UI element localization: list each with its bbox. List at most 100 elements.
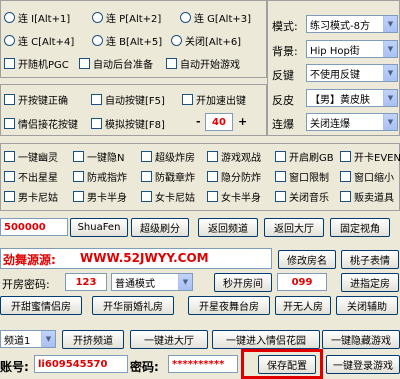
fixed-view-button[interactable]: 固定视角: [330, 218, 390, 237]
checkbox-icon: [4, 93, 15, 105]
super-score-button[interactable]: 超级刷分: [131, 218, 189, 237]
checkbox-icon: [79, 57, 90, 69]
female-half-checkbox[interactable]: 女卡半身: [207, 189, 261, 204]
no-stars-checkbox[interactable]: 不出星星: [4, 169, 58, 184]
checkbox-icon: [4, 170, 15, 182]
couple-key-checkbox[interactable]: 情侣接花按键: [4, 116, 78, 131]
checkbox-icon: [4, 117, 15, 129]
event-card-checkbox[interactable]: 开卡EVENT: [340, 149, 400, 164]
checkbox-icon: [182, 93, 193, 105]
enter-lobby-button[interactable]: 一键进大厅: [130, 330, 208, 349]
password-input[interactable]: **********: [168, 355, 238, 373]
account-input[interactable]: li609545570: [34, 355, 128, 373]
room-number-input[interactable]: 099: [277, 273, 327, 291]
hotkey-radio-6[interactable]: 关闭[Alt+6]: [171, 33, 241, 48]
chevron-down-icon: ▼: [383, 16, 397, 32]
password-label: 密码:: [130, 360, 159, 374]
account-label: 账号:: [0, 360, 29, 374]
anti-hidden-checkbox[interactable]: 隐分防炸: [207, 169, 261, 184]
hide-n-checkbox[interactable]: 一键隐N: [73, 149, 124, 164]
reverse-key-select[interactable]: 不使用反键 ▼: [306, 64, 398, 82]
speedup-checkbox[interactable]: 开加速出键: [182, 92, 246, 107]
close-helper-button[interactable]: 关闭辅助: [336, 296, 398, 315]
peach-emote-button[interactable]: 桃子表情: [341, 250, 399, 269]
hide-game-button[interactable]: 一键隐藏游戏: [322, 330, 400, 349]
shuafen-button[interactable]: ShuaFen: [70, 218, 128, 237]
checkbox-icon: [207, 170, 218, 182]
hotkey-radio-5[interactable]: 连 B[Alt+5]: [92, 33, 162, 48]
anti-ring-checkbox[interactable]: 防戒指炸: [73, 169, 127, 184]
checkbox-icon: [91, 93, 102, 105]
couple-garden-button[interactable]: 一键进入情侣花园: [212, 330, 320, 349]
checkbox-icon: [141, 170, 152, 182]
chevron-down-icon: ▼: [178, 274, 192, 290]
key-correct-checkbox[interactable]: 开按键正确: [4, 92, 68, 107]
checkbox-icon: [73, 150, 84, 162]
hotkey-radio-4[interactable]: 连 C[Alt+4]: [4, 33, 74, 48]
sell-items-checkbox[interactable]: 贩卖道具: [340, 189, 394, 204]
channel-select[interactable]: 频道1 ▼: [0, 330, 56, 348]
male-nun-checkbox[interactable]: 男卡尼姑: [4, 189, 58, 204]
enter-room-button[interactable]: 进指定房: [341, 273, 399, 292]
anti-stamp-checkbox[interactable]: 防戳章炸: [141, 169, 195, 184]
window-limit-checkbox[interactable]: 窗口限制: [275, 169, 329, 184]
return-lobby-button[interactable]: 返回大厅: [264, 218, 324, 237]
checkbox-icon: [4, 150, 15, 162]
empty-room-button[interactable]: 开无人房: [275, 296, 331, 315]
source-label: 劲舞源源:: [3, 253, 56, 267]
checkbox-icon: [91, 117, 102, 129]
hotkey-radio-1[interactable]: 连 I[Alt+1]: [4, 10, 70, 25]
radio-icon: [4, 34, 15, 46]
combo-select[interactable]: 关闭连爆 ▼: [306, 113, 398, 131]
background-select[interactable]: Hip Hop街 ▼: [306, 40, 398, 58]
speed-plus[interactable]: +: [238, 115, 247, 128]
auto-key-checkbox[interactable]: 自动按键[F5]: [91, 92, 165, 107]
sweet-couple-room-button[interactable]: 开甜蜜情侣房: [0, 296, 82, 315]
skin-select[interactable]: 【男】黄皮肤 ▼: [306, 89, 398, 107]
score-input[interactable]: 500000: [0, 218, 68, 236]
chevron-down-icon: ▼: [41, 331, 55, 347]
auto-ready-checkbox[interactable]: 自动后台准备: [79, 56, 153, 71]
gb-refresh-checkbox[interactable]: 开启刷GB: [275, 149, 334, 164]
login-game-button[interactable]: 一键登录游戏: [326, 355, 400, 374]
checkbox-icon: [207, 150, 218, 162]
ghost-checkbox[interactable]: 一键幽灵: [4, 149, 58, 164]
window-shrink-checkbox[interactable]: 窗口缩小: [340, 169, 394, 184]
mute-music-checkbox[interactable]: 关闭音乐: [275, 189, 329, 204]
speed-input[interactable]: 40: [205, 113, 233, 131]
female-nun-checkbox[interactable]: 女卡尼姑: [141, 189, 195, 204]
checkbox-icon: [340, 150, 351, 162]
checkbox-icon: [73, 190, 84, 202]
room-password-input[interactable]: 123: [65, 273, 107, 291]
speed-minus[interactable]: -: [196, 115, 201, 128]
return-channel-button[interactable]: 返回频道: [198, 218, 258, 237]
reverse-key-label: 反键: [272, 69, 294, 82]
hotkey-radio-3[interactable]: 连 G[Alt+3]: [180, 10, 251, 25]
simulate-key-checkbox[interactable]: 模拟按键[F8]: [91, 116, 165, 131]
watch-game-checkbox[interactable]: 游戏观战: [207, 149, 261, 164]
chevron-down-icon: ▼: [383, 41, 397, 57]
mode-label: 模式:: [272, 20, 298, 33]
star-stage-room-button[interactable]: 开星夜舞台房: [188, 296, 270, 315]
super-bomb-checkbox[interactable]: 超级炸房: [141, 149, 195, 164]
checkbox-icon: [340, 170, 351, 182]
squeeze-channel-button[interactable]: 开挤频道: [62, 330, 124, 349]
source-url[interactable]: WWW.52JWYY.COM: [80, 251, 209, 265]
radio-icon: [92, 11, 103, 23]
checkbox-icon: [4, 190, 15, 202]
rename-room-button[interactable]: 修改房名: [278, 250, 336, 269]
checkbox-icon: [275, 150, 286, 162]
save-config-button[interactable]: 保存配置: [258, 355, 316, 374]
combo-label: 连爆: [272, 118, 294, 131]
random-pgc-checkbox[interactable]: 开随机PGC: [4, 56, 69, 71]
wedding-room-button[interactable]: 开华丽婚礼房: [92, 296, 174, 315]
chevron-down-icon: ▼: [383, 90, 397, 106]
mode-select[interactable]: 练习模式-8方 ▼: [306, 15, 398, 33]
hotkey-radio-2[interactable]: 连 P[Alt+2]: [92, 10, 161, 25]
background-label: 背景:: [272, 45, 298, 58]
instant-room-button[interactable]: 秒开房间: [214, 273, 272, 292]
auto-start-checkbox[interactable]: 自动开始游戏: [166, 56, 240, 71]
male-half-checkbox[interactable]: 男卡半身: [73, 189, 127, 204]
room-mode-select[interactable]: 普通模式 ▼: [111, 273, 193, 291]
checkbox-icon: [166, 57, 177, 69]
